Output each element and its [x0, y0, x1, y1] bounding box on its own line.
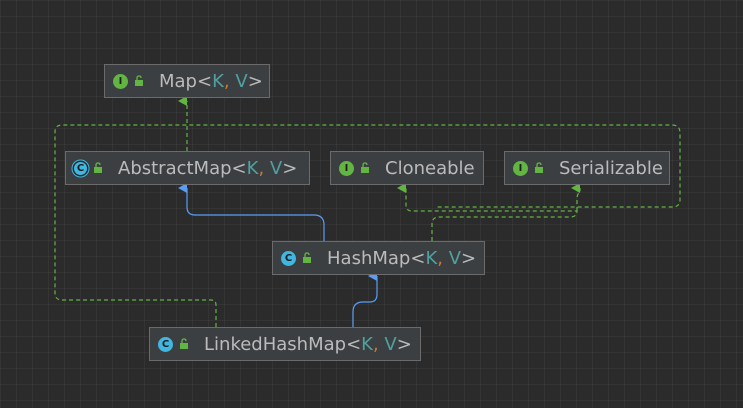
abstract-class-badge-icon: C [74, 161, 87, 175]
node-cloneable[interactable]: I Cloneable [330, 151, 484, 185]
node-linkedhashmap[interactable]: C LinkedHashMap<K, V> [149, 327, 421, 361]
unlocked-icon [535, 162, 543, 173]
class-badge-icon: C [158, 336, 173, 352]
unlocked-icon [303, 252, 311, 263]
edge-linkedhashmap-to-hashmap [352, 271, 378, 327]
class-badge-icon: C [281, 250, 296, 266]
unlocked-icon [361, 162, 369, 173]
node-abstractmap[interactable]: C AbstractMap<K, V> [65, 151, 310, 185]
edge-hashmap-to-abstractmap [178, 183, 325, 241]
node-serializable-label: Serializable [559, 157, 663, 179]
edge-hashmap-to-cloneable [397, 183, 578, 241]
node-map-label: Map<K, V> [159, 70, 263, 92]
unlocked-icon [135, 75, 143, 86]
interface-badge-icon: I [339, 160, 354, 176]
node-map[interactable]: I Map<K, V> [104, 64, 270, 98]
interface-badge-icon: I [113, 73, 128, 89]
node-hashmap-label: HashMap<K, V> [327, 247, 477, 269]
interface-badge-icon: I [513, 160, 528, 176]
node-serializable[interactable]: I Serializable [504, 151, 670, 185]
node-linkedhashmap-label: LinkedHashMap<K, V> [204, 333, 412, 355]
node-abstractmap-label: AbstractMap<K, V> [118, 157, 298, 179]
node-cloneable-label: Cloneable [385, 157, 475, 179]
node-hashmap[interactable]: C HashMap<K, V> [272, 241, 485, 275]
unlocked-icon [94, 162, 102, 173]
unlocked-icon [180, 338, 188, 349]
